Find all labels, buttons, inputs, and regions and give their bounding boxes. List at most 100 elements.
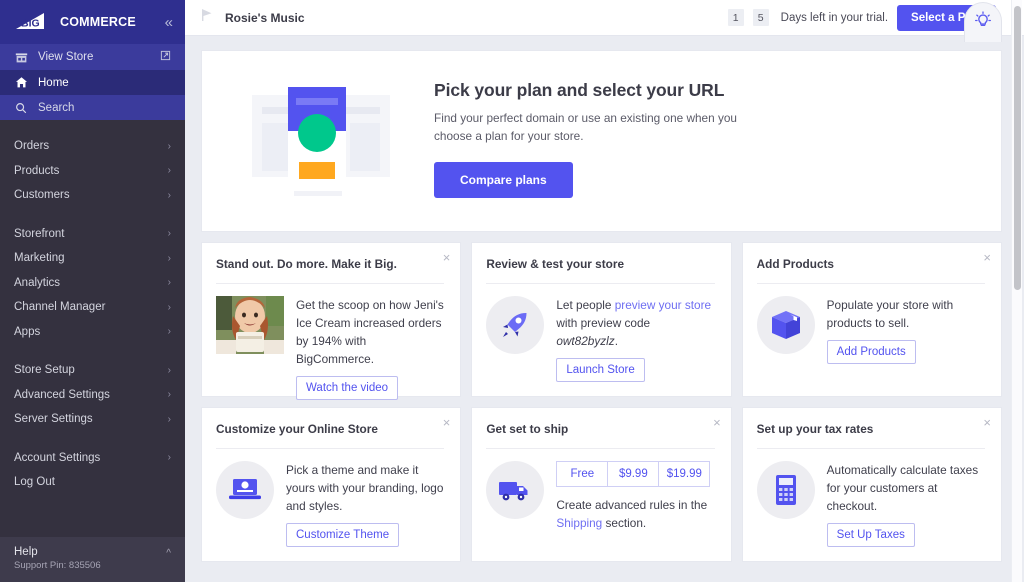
- main-area: Rosie's Music 1 5 Days left in your tria…: [185, 0, 1024, 582]
- card-body: Pick a theme and make it yours with your…: [214, 461, 444, 547]
- card-title: Review & test your store: [484, 257, 714, 271]
- card-review-test-store: Review & test your store: [471, 242, 731, 397]
- sidebar-item-account-settings[interactable]: Account Settings ›: [0, 446, 185, 471]
- divider: [757, 283, 985, 284]
- sidebar-item-orders[interactable]: Orders ›: [0, 134, 185, 159]
- laptop-icon: [216, 461, 274, 519]
- page-scrollbar[interactable]: [1011, 0, 1022, 582]
- divider: [486, 283, 714, 284]
- hero-text: Pick your plan and select your URL Find …: [434, 80, 764, 202]
- chevron-right-icon: ›: [168, 302, 171, 313]
- sidebar-group-account: Account Settings › Log Out: [0, 446, 185, 509]
- plan-illustration: [246, 79, 396, 204]
- sidebar-item-label: Analytics: [14, 277, 60, 289]
- sidebar-item-storefront[interactable]: Storefront ›: [0, 222, 185, 247]
- rocket-icon: [486, 296, 544, 354]
- launch-store-button[interactable]: Launch Store: [556, 358, 644, 382]
- sidebar-item-marketing[interactable]: Marketing ›: [0, 246, 185, 271]
- bigcommerce-logo[interactable]: BIG COMMERCE: [14, 12, 136, 32]
- shipping-rate-999-button[interactable]: $9.99: [607, 461, 659, 487]
- sidebar-item-server-settings[interactable]: Server Settings ›: [0, 407, 185, 432]
- card-title: Add Products: [755, 257, 985, 271]
- card-title: Get set to ship: [484, 422, 714, 436]
- sidebar-item-customers[interactable]: Customers ›: [0, 183, 185, 208]
- sidebar-help-panel[interactable]: Help Support Pin: 835506 ^: [0, 537, 185, 582]
- card-body: Free $9.99 $19.99 Create advanced rules …: [484, 461, 714, 532]
- close-icon[interactable]: ×: [713, 416, 721, 429]
- preview-your-store-link[interactable]: preview your store: [615, 298, 711, 312]
- app-root: BIG COMMERCE « View Store: [0, 0, 1024, 582]
- home-icon: [14, 76, 28, 89]
- card-text: Let people preview your store with previ…: [556, 296, 714, 350]
- card-text: Automatically calculate taxes for your c…: [827, 461, 985, 515]
- top-bar: Rosie's Music 1 5 Days left in your tria…: [185, 0, 1024, 36]
- sidebar-item-label: Advanced Settings: [14, 389, 110, 401]
- close-icon[interactable]: ×: [443, 251, 451, 264]
- search-icon: [14, 102, 28, 114]
- preview-text-before: Let people: [556, 298, 614, 312]
- sidebar-item-label: Store Setup: [14, 364, 75, 376]
- sidebar-item-view-store[interactable]: View Store: [0, 44, 185, 70]
- sidebar-item-products[interactable]: Products ›: [0, 159, 185, 184]
- tips-tab[interactable]: [964, 2, 1002, 42]
- close-icon[interactable]: ×: [983, 416, 991, 429]
- sidebar-item-label: View Store: [38, 51, 93, 63]
- chevron-right-icon: ›: [168, 165, 171, 176]
- sidebar-item-log-out[interactable]: Log Out: [0, 470, 185, 495]
- card-body: Populate your store with products to sel…: [755, 296, 985, 364]
- chevron-right-icon: ›: [168, 389, 171, 400]
- card-title: Stand out. Do more. Make it Big.: [214, 257, 444, 271]
- store-flag-icon: [199, 7, 215, 28]
- calculator-icon: [757, 461, 815, 519]
- shipping-link[interactable]: Shipping: [556, 516, 602, 530]
- divider: [216, 448, 444, 449]
- shipping-rate-1999-button[interactable]: $19.99: [658, 461, 710, 487]
- card-customize-store: × Customize your Online Store: [201, 407, 461, 562]
- truck-icon: [486, 461, 544, 519]
- sidebar-item-advanced-settings[interactable]: Advanced Settings ›: [0, 383, 185, 408]
- cards-grid: × Stand out. Do more. Make it Big.: [201, 242, 1002, 562]
- watch-the-video-button[interactable]: Watch the video: [296, 376, 398, 400]
- sidebar-item-apps[interactable]: Apps ›: [0, 320, 185, 345]
- card-text: Create advanced rules in the Shipping se…: [556, 496, 714, 532]
- sidebar-item-label: Home: [38, 77, 69, 89]
- sidebar-item-label: Channel Manager: [14, 301, 105, 313]
- external-link-icon: [160, 50, 171, 64]
- set-up-taxes-button[interactable]: Set Up Taxes: [827, 523, 915, 547]
- sidebar-item-label: Customers: [14, 189, 70, 201]
- cards-column-3: × Add Products: [742, 242, 1002, 562]
- sidebar-group-marketing: Storefront › Marketing › Analytics › Cha…: [0, 222, 185, 359]
- sidebar-item-store-setup[interactable]: Store Setup ›: [0, 358, 185, 383]
- close-icon[interactable]: ×: [443, 416, 451, 429]
- help-label: Help: [14, 545, 101, 559]
- chevron-right-icon: ›: [168, 228, 171, 239]
- sidebar-group-commerce: Orders › Products › Customers ›: [0, 134, 185, 222]
- card-title: Set up your tax rates: [755, 422, 985, 436]
- sidebar-primary-nav: View Store Home: [0, 44, 185, 120]
- sidebar-item-label: Orders: [14, 140, 49, 152]
- sidebar-item-analytics[interactable]: Analytics ›: [0, 271, 185, 296]
- chevron-up-icon[interactable]: ^: [166, 548, 171, 559]
- scrollbar-thumb[interactable]: [1014, 6, 1021, 290]
- support-pin: Support Pin: 835506: [14, 559, 101, 572]
- shipping-rate-free-button[interactable]: Free: [556, 461, 608, 487]
- customize-theme-button[interactable]: Customize Theme: [286, 523, 399, 547]
- sidebar-item-channel-manager[interactable]: Channel Manager ›: [0, 295, 185, 320]
- compare-plans-button[interactable]: Compare plans: [434, 162, 573, 198]
- shipping-text-before: Create advanced rules in the: [556, 498, 707, 512]
- chevron-right-icon: ›: [168, 190, 171, 201]
- shipping-text-after: section.: [602, 516, 646, 530]
- sidebar-item-search[interactable]: Search: [0, 95, 185, 120]
- sidebar-item-label: Log Out: [14, 476, 55, 488]
- divider: [757, 448, 985, 449]
- sidebar-item-label: Storefront: [14, 228, 65, 240]
- sidebar-logo-bar: BIG COMMERCE «: [0, 0, 185, 44]
- trial-days-digit-2: 5: [753, 9, 769, 26]
- box-icon: [757, 296, 815, 354]
- divider: [216, 283, 444, 284]
- collapse-sidebar-icon[interactable]: «: [165, 15, 173, 30]
- dashboard-content: Pick your plan and select your URL Find …: [185, 36, 1024, 582]
- sidebar-item-home[interactable]: Home: [0, 70, 185, 95]
- close-icon[interactable]: ×: [983, 251, 991, 264]
- add-products-button[interactable]: Add Products: [827, 340, 916, 364]
